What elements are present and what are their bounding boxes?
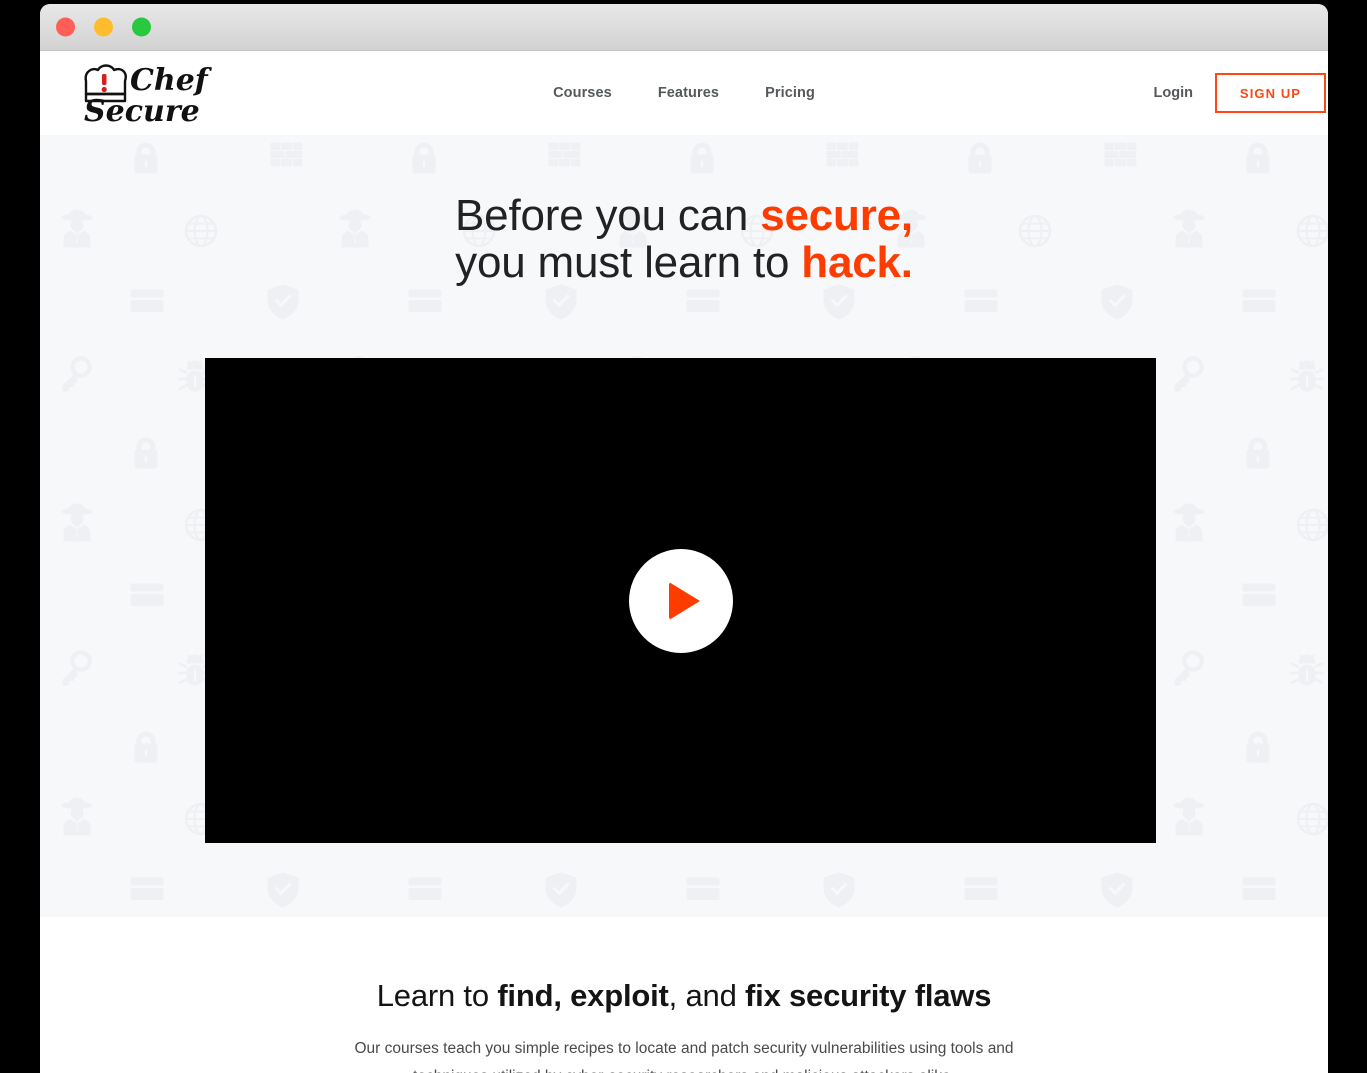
maximize-button[interactable]	[132, 17, 151, 37]
browser-window: Chef Secure Courses Features Pricing Log…	[40, 4, 1328, 1073]
login-link[interactable]: Login	[1154, 85, 1193, 101]
learn-section: Learn to find, exploit, and fix security…	[40, 917, 1328, 1073]
browser-titlebar	[40, 4, 1328, 51]
learn-subtitle-line1: Our courses teach you simple recipes to …	[354, 1040, 984, 1058]
hero-headline-accent-secure: secure,	[760, 191, 913, 240]
learn-title-bold-2: fix security flaws	[745, 978, 992, 1013]
signup-button[interactable]: SIGN UP	[1215, 73, 1326, 113]
minimize-button[interactable]	[94, 17, 113, 37]
hero-headline-plain-2: you must learn to	[455, 237, 802, 287]
close-button[interactable]	[56, 17, 75, 37]
hero-headline-accent-hack: hack.	[801, 237, 913, 287]
hero-headline: Before you can secure, you must learn to…	[40, 191, 1328, 287]
nav-link-pricing[interactable]: Pricing	[765, 85, 815, 101]
play-triangle-icon	[669, 581, 700, 620]
header-actions: Login SIGN UP	[1154, 51, 1326, 135]
learn-section-title: Learn to find, exploit, and fix security…	[40, 977, 1328, 1014]
learn-title-bold-1: find, exploit	[497, 978, 669, 1013]
learn-title-plain-2: , and	[668, 978, 746, 1013]
primary-navigation: Courses Features Pricing	[40, 51, 1328, 135]
page-viewport: Chef Secure Courses Features Pricing Log…	[40, 51, 1328, 1073]
learn-section-subtitle: Our courses teach you simple recipes to …	[334, 1035, 1034, 1073]
hero-video-player[interactable]	[205, 358, 1156, 843]
hero-headline-line1: Before you can secure,	[455, 191, 913, 240]
window-controls	[56, 17, 151, 37]
learn-title-plain-1: Learn to	[376, 978, 498, 1013]
hero-section: Before you can secure, you must learn to…	[40, 135, 1328, 917]
nav-link-features[interactable]: Features	[658, 85, 719, 101]
nav-link-courses[interactable]: Courses	[553, 85, 612, 101]
hero-content: Before you can secure, you must learn to…	[40, 135, 1328, 917]
hero-headline-line2: you must learn to hack.	[455, 238, 913, 287]
hero-headline-plain-1: Before you can	[455, 191, 761, 240]
site-header: Chef Secure Courses Features Pricing Log…	[40, 51, 1328, 135]
play-button[interactable]	[628, 548, 733, 653]
